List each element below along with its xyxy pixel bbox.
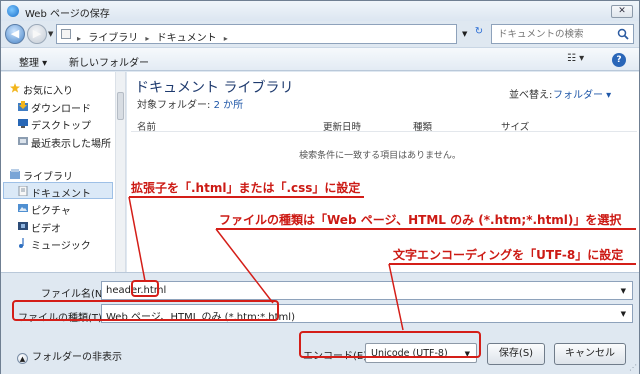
library-icon	[10, 169, 20, 179]
column-header-size[interactable]: サイズ	[501, 119, 529, 133]
arrange-by-dropdown[interactable]: フォルダー ▾	[553, 86, 611, 101]
cancel-button[interactable]: キャンセル	[554, 343, 626, 365]
filetype-dropdown-arrow[interactable]: ▼	[621, 310, 626, 318]
breadcrumb: ▸ ライブラリ ▸ ドキュメント ▸	[77, 29, 232, 44]
column-header-name[interactable]: 名前	[137, 119, 156, 133]
scroll-thumb[interactable]	[117, 92, 124, 120]
navpane-scrollbar[interactable]	[115, 72, 125, 272]
annotation-filetype-note: ファイルの種類は「Web ページ、HTML のみ (*.htm;*.html)」…	[219, 213, 622, 227]
organize-button[interactable]: 整理 ▾	[19, 54, 47, 69]
breadcrumb-separator: ▸	[223, 34, 228, 43]
music-icon	[19, 238, 24, 248]
view-options-button[interactable]: ☷ ▾	[567, 53, 584, 64]
subtitle-prefix: 対象フォルダー:	[137, 100, 214, 111]
arrange-by-label: 並べ替え:	[509, 90, 553, 101]
breadcrumb-item-libraries[interactable]: ライブラリ	[88, 33, 138, 44]
address-dropdown-arrow[interactable]: ▼	[462, 30, 467, 38]
nav-item-documents[interactable]: ドキュメント	[31, 185, 91, 200]
library-subtitle: 対象フォルダー: 2 か所	[137, 96, 243, 111]
highlight-box-filetype	[12, 300, 279, 321]
forward-button[interactable]: ▶	[27, 24, 47, 44]
window-title: Web ページの保存	[25, 9, 110, 20]
download-folder-icon	[18, 101, 28, 111]
search-box[interactable]	[491, 24, 634, 44]
search-input[interactable]	[498, 28, 610, 41]
back-button[interactable]: ◀	[5, 24, 25, 44]
videos-icon	[18, 222, 28, 230]
refresh-button[interactable]: ↻	[471, 26, 487, 42]
save-button[interactable]: 保存(S)	[487, 343, 545, 365]
title-bar: Web ページの保存 ✕	[1, 1, 639, 21]
desktop-icon	[18, 119, 28, 128]
column-headers: 名前 更新日時 種類 サイズ	[131, 116, 637, 133]
nav-item-libraries[interactable]: ライブラリ	[23, 168, 73, 183]
nav-item-music[interactable]: ミュージック	[31, 237, 91, 252]
navigation-pane: お気に入り ダウンロード デスクトップ 最近表示した場所 ライブラリ ドキュメン…	[1, 72, 126, 272]
breadcrumb-separator: ▸	[77, 34, 82, 43]
close-button[interactable]: ✕	[611, 5, 633, 18]
empty-list-message: 検索条件に一致する項目はありません。	[299, 151, 461, 161]
annotation-extension-note: 拡張子を「.html」または「.css」に設定	[131, 181, 361, 195]
ie-icon	[7, 5, 19, 17]
column-header-type[interactable]: 種類	[413, 119, 432, 133]
command-toolbar: 整理 ▾ 新しいフォルダー ☷ ▾ ?	[1, 47, 639, 71]
recent-pages-dropdown[interactable]: ▼	[48, 30, 53, 38]
nav-item-desktop[interactable]: デスクトップ	[31, 117, 91, 132]
star-icon	[10, 83, 20, 93]
highlight-box-encoding	[299, 331, 481, 358]
column-header-date-modified[interactable]: 更新日時	[323, 119, 361, 133]
help-button[interactable]: ?	[612, 53, 626, 67]
address-row: ◀ ▶ ▼ ▸ ライブラリ ▸ ドキュメント ▸ ▼ ↻	[1, 21, 639, 47]
breadcrumb-item-documents[interactable]: ドキュメント	[157, 33, 217, 44]
new-folder-button[interactable]: 新しいフォルダー	[69, 54, 149, 69]
annotation-underline	[389, 263, 636, 265]
library-title: ドキュメント ライブラリ	[135, 80, 294, 96]
address-bar[interactable]: ▸ ライブラリ ▸ ドキュメント ▸	[56, 24, 457, 44]
nav-item-pictures[interactable]: ピクチャ	[31, 202, 71, 217]
nav-item-downloads[interactable]: ダウンロード	[31, 100, 91, 115]
recent-places-icon	[18, 137, 28, 145]
resize-grip[interactable]: ⋰	[629, 363, 637, 372]
filename-label: ファイル名(N):	[41, 289, 110, 300]
annotation-underline	[216, 228, 636, 230]
filename-dropdown-arrow[interactable]: ▼	[621, 287, 626, 295]
documents-icon	[18, 186, 28, 196]
filename-input[interactable]: header.html ▼	[101, 281, 633, 300]
nav-item-recent-places[interactable]: 最近表示した場所	[31, 135, 111, 150]
search-icon[interactable]	[617, 28, 629, 40]
annotation-underline	[129, 196, 364, 198]
nav-item-favorites[interactable]: お気に入り	[23, 82, 73, 97]
nav-item-videos[interactable]: ビデオ	[31, 220, 61, 235]
locations-link[interactable]: 2 か所	[214, 100, 244, 111]
folder-icon	[61, 29, 71, 39]
highlight-box-extension	[131, 280, 159, 297]
hide-folders-button[interactable]: ▲ フォルダーの非表示	[17, 348, 122, 364]
breadcrumb-separator: ▸	[145, 34, 150, 43]
chevron-up-icon: ▲	[17, 353, 28, 364]
hide-folders-label: フォルダーの非表示	[32, 352, 122, 363]
save-form-area: ファイル名(N): header.html ▼ ファイルの種類(T): Web …	[1, 272, 639, 374]
save-dialog-window: Web ページの保存 ✕ ◀ ▶ ▼ ▸ ライブラリ ▸ ドキュメント ▸ ▼ …	[0, 0, 640, 374]
annotation-encoding-note: 文字エンコーディングを「UTF-8」に設定	[393, 248, 624, 262]
pictures-icon	[18, 204, 28, 212]
file-list-pane: ドキュメント ライブラリ 対象フォルダー: 2 か所 並べ替え: フォルダー ▾…	[127, 72, 639, 272]
